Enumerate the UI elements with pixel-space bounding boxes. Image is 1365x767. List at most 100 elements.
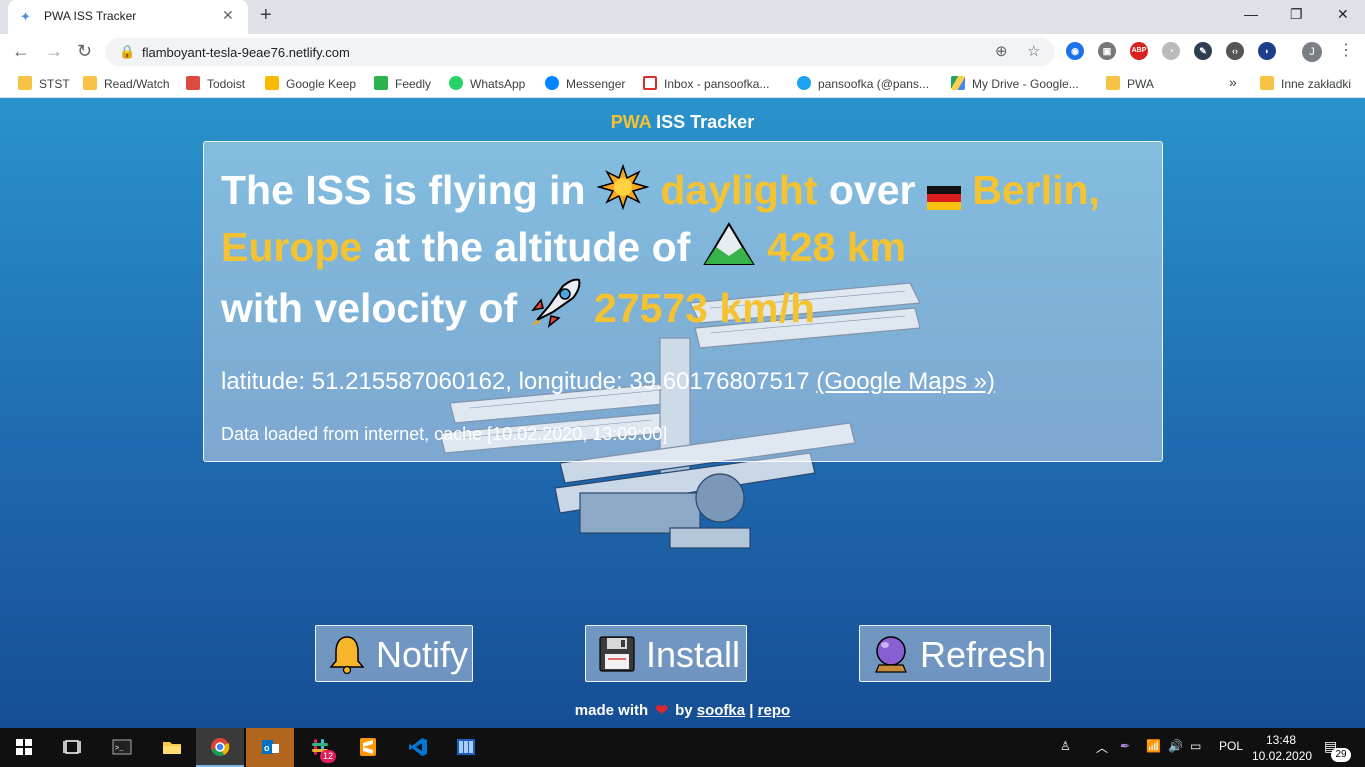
browser-tab[interactable]: ✦ PWA ISS Tracker ✕	[8, 0, 248, 34]
page-footer: made with ❤ by soofka | repo	[574, 702, 791, 719]
folder-icon	[18, 76, 32, 90]
daylight-status: daylight	[660, 167, 818, 213]
notification-count-badge: 29	[1331, 748, 1351, 762]
bookmark-google-keep[interactable]: Google Keep	[265, 76, 356, 91]
bookmark-other[interactable]: Inne zakładki	[1260, 76, 1351, 91]
extension-hat-icon[interactable]: ◗	[1258, 42, 1276, 60]
folder-icon	[1260, 76, 1274, 90]
tab-close-icon[interactable]: ✕	[222, 7, 234, 24]
close-window-button[interactable]: ✕	[1337, 6, 1349, 23]
google-maps-link[interactable]: (Google Maps »)	[816, 368, 995, 395]
taskbar-file-explorer[interactable]	[148, 728, 196, 767]
url-text[interactable]: flamboyant-tesla-9eae76.netlify.com	[142, 45, 350, 60]
lock-icon[interactable]: 🔒	[119, 44, 135, 60]
install-app-icon[interactable]: ⊕	[995, 42, 1008, 60]
battery-icon[interactable]: ▭	[1190, 739, 1201, 753]
bookmark-todoist[interactable]: Todoist	[186, 76, 245, 91]
system-clock[interactable]: 13:48 10.02.2020	[1252, 732, 1312, 764]
folder-icon	[1106, 76, 1120, 90]
bookmarks-overflow-button[interactable]: »	[1229, 74, 1237, 90]
bell-icon	[329, 636, 365, 674]
author-link[interactable]: soofka	[697, 702, 745, 719]
tray-expand-icon[interactable]: ︿	[1096, 739, 1108, 756]
extension-tools-icon[interactable]: ✎	[1194, 42, 1212, 60]
profile-avatar[interactable]: J	[1302, 42, 1322, 62]
minimize-button[interactable]: —	[1244, 6, 1258, 22]
bookmark-gmail-inbox[interactable]: Inbox - pansoofka...	[643, 76, 769, 91]
iss-status-headline: The ISS is flying in daylight over Berli…	[221, 162, 1151, 337]
feedly-icon	[374, 76, 388, 90]
twitter-icon	[797, 76, 811, 90]
reload-icon[interactable]: ↻	[77, 41, 92, 62]
address-bar[interactable]: 🔒 flamboyant-tesla-9eae76.netlify.com ⊕ …	[105, 38, 1055, 66]
crystal-ball-icon	[875, 636, 907, 673]
task-view-icon	[63, 740, 81, 754]
clock-time: 13:48	[1265, 733, 1297, 747]
taskbar-chrome[interactable]	[196, 728, 244, 767]
bookmark-google-drive[interactable]: My Drive - Google...	[951, 76, 1079, 91]
bookmark-pwa[interactable]: PWA	[1106, 76, 1154, 91]
notify-label: Notify	[376, 634, 469, 675]
taskbar-app-grid[interactable]	[442, 728, 490, 767]
bookmark-feedly[interactable]: Feedly	[374, 76, 431, 91]
extension-timer-icon[interactable]: ◔	[1162, 42, 1180, 60]
bookmark-read-watch[interactable]: Read/Watch	[83, 76, 170, 91]
taskbar-outlook[interactable]: o	[246, 728, 294, 767]
feather-tray-icon[interactable]: ✒	[1120, 739, 1130, 753]
maximize-button[interactable]: ❐	[1290, 6, 1303, 23]
rocket-icon	[530, 278, 580, 328]
sun-icon	[596, 164, 649, 210]
chrome-icon	[211, 738, 230, 756]
browser-toolbar: ← → ↻ 🔒 flamboyant-tesla-9eae76.netlify.…	[0, 34, 1365, 70]
drive-icon	[951, 76, 965, 90]
adblock-plus-icon[interactable]: ABP	[1130, 42, 1148, 60]
windows-logo-icon	[16, 739, 32, 755]
slack-unread-badge: 12	[320, 750, 336, 763]
install-label: Install	[646, 634, 741, 675]
people-icon[interactable]: ♙	[1060, 739, 1071, 753]
page-content: PWA ISS Tracker The ISS is flying in day…	[0, 98, 1365, 728]
forward-arrow-icon[interactable]: →	[45, 41, 63, 62]
start-button[interactable]	[0, 728, 48, 767]
install-button[interactable]: Install	[585, 625, 747, 682]
velocity-value: 27573 km/h	[593, 285, 816, 331]
extension-translate-icon[interactable]: ◉	[1066, 42, 1084, 60]
tab-strip: ✦ PWA ISS Tracker ✕ + — ❐ ✕	[0, 0, 1365, 34]
file-explorer-icon	[163, 742, 181, 754]
bookmark-whatsapp[interactable]: WhatsApp	[449, 76, 525, 91]
coordinates-text: latitude: 51.215587060162, longitude: 39…	[221, 368, 810, 395]
extension-code-icon[interactable]: ‹›	[1226, 42, 1244, 60]
todoist-icon	[186, 76, 200, 90]
mountain-icon	[702, 222, 755, 265]
refresh-button[interactable]: Refresh	[859, 625, 1051, 682]
floppy-disk-icon	[599, 636, 635, 672]
bookmark-messenger[interactable]: Messenger	[545, 76, 625, 91]
repo-link[interactable]: repo	[758, 702, 791, 719]
back-arrow-icon[interactable]: ←	[12, 41, 30, 62]
folder-icon	[83, 76, 97, 90]
menu-kebab-icon[interactable]: ⋮	[1338, 40, 1354, 60]
extension-camera-icon[interactable]: ▣	[1098, 42, 1116, 60]
heart-icon: ❤	[655, 702, 668, 719]
bookmark-twitter[interactable]: pansoofka (@pans...	[797, 76, 929, 91]
bookmark-stst[interactable]: STST	[18, 76, 70, 91]
notify-button[interactable]: Notify	[315, 625, 473, 682]
tab-title: PWA ISS Tracker	[44, 9, 137, 23]
bookmarks-bar: STST Read/Watch Todoist Google Keep Feed…	[0, 70, 1365, 98]
sublime-text-icon	[360, 738, 376, 756]
satellite-favicon-icon: ✦	[20, 9, 31, 24]
taskbar-sublime[interactable]	[344, 728, 392, 767]
keep-icon	[265, 76, 279, 90]
new-tab-button[interactable]: +	[260, 4, 272, 27]
svg-text:>_: >_	[115, 745, 124, 753]
bookmark-star-icon[interactable]: ☆	[1027, 42, 1040, 60]
taskbar-terminal[interactable]: >_	[98, 728, 146, 767]
language-indicator[interactable]: POL	[1219, 739, 1243, 753]
volume-icon[interactable]: 🔊	[1168, 739, 1183, 753]
wifi-icon[interactable]: 📶	[1146, 739, 1161, 753]
task-view-button[interactable]	[48, 728, 96, 767]
taskbar-vscode[interactable]	[394, 728, 442, 767]
app-title: PWA ISS Tracker	[610, 112, 755, 132]
grid-app-icon	[457, 739, 475, 755]
taskbar-slack[interactable]: 12	[296, 728, 344, 767]
